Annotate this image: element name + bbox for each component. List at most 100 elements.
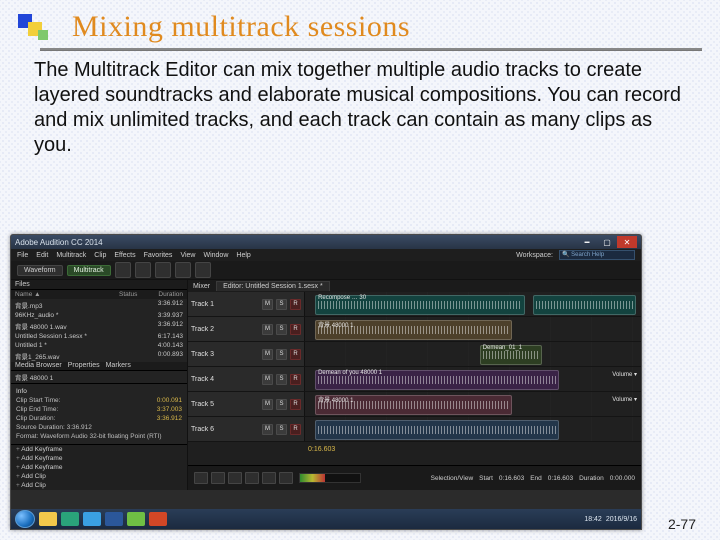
- tool-move-icon[interactable]: [115, 262, 131, 278]
- track-solo-button[interactable]: S: [276, 374, 287, 385]
- track-row: Track 3 M S R Demean_01_1: [188, 342, 641, 367]
- history-item[interactable]: Add Clip: [11, 481, 187, 490]
- track-record-button[interactable]: R: [290, 399, 301, 410]
- track-record-button[interactable]: R: [290, 299, 301, 310]
- track-lane[interactable]: 背景 48000 1: [305, 317, 641, 341]
- track-solo-button[interactable]: S: [276, 349, 287, 360]
- track-row: Track 5 M S R 背景 48000 1 Volume ▾: [188, 392, 641, 417]
- menu-file[interactable]: File: [17, 252, 28, 259]
- track-volume-dropdown[interactable]: Volume ▾: [612, 371, 637, 378]
- transport-pause-button[interactable]: [228, 472, 242, 484]
- track-row: Track 2 M S R 背景 48000 1: [188, 317, 641, 342]
- taskbar-ppt-icon[interactable]: [149, 512, 167, 526]
- history-item[interactable]: Add Keyframe: [11, 454, 187, 463]
- track-record-button[interactable]: R: [290, 349, 301, 360]
- browser-item[interactable]: 背景 48000 1: [11, 371, 187, 383]
- file-row[interactable]: 96KHz_audio *3:39.937: [11, 311, 187, 320]
- audition-screenshot: Adobe Audition CC 2014 ━ ▢ ✕ File Edit M…: [10, 234, 642, 530]
- files-table: Name ▲ Status Duration 背景.mp33:36.912 96…: [11, 290, 187, 362]
- track-row: Track 1 M S R Recompose … 30: [188, 292, 641, 317]
- track-solo-button[interactable]: S: [276, 299, 287, 310]
- taskbar-explorer-icon[interactable]: [39, 512, 57, 526]
- transport-play-button[interactable]: [211, 472, 225, 484]
- transport-skip-button[interactable]: [279, 472, 293, 484]
- track-record-button[interactable]: R: [290, 324, 301, 335]
- track-mute-button[interactable]: M: [262, 374, 273, 385]
- track-mute-button[interactable]: M: [262, 299, 273, 310]
- transport-record-button[interactable]: [245, 472, 259, 484]
- file-row[interactable]: Untitled 1 *4:00.143: [11, 341, 187, 350]
- track-solo-button[interactable]: S: [276, 424, 287, 435]
- file-row[interactable]: 背景 48000 1.wav3:36.912: [11, 320, 187, 332]
- properties-panel: Info Clip Start Time:0:00.091 Clip End T…: [11, 383, 187, 444]
- track-record-button[interactable]: R: [290, 424, 301, 435]
- track-mute-button[interactable]: M: [262, 349, 273, 360]
- window-max-button[interactable]: ▢: [597, 236, 617, 248]
- track-lane[interactable]: 0:16.603: [305, 417, 641, 441]
- track-mute-button[interactable]: M: [262, 424, 273, 435]
- track-record-button[interactable]: R: [290, 374, 301, 385]
- tray-date[interactable]: 2016/9/16: [606, 516, 637, 523]
- menu-help[interactable]: Help: [236, 252, 250, 259]
- windows-taskbar[interactable]: 18:42 2016/9/16: [11, 509, 641, 529]
- tool-razor-icon[interactable]: [135, 262, 151, 278]
- file-row[interactable]: 背景1_265.wav0:00.893: [11, 350, 187, 362]
- track-mute-button[interactable]: M: [262, 324, 273, 335]
- track-header[interactable]: Track 1 M S R: [188, 292, 305, 316]
- window-titlebar[interactable]: Adobe Audition CC 2014 ━ ▢ ✕: [11, 235, 641, 249]
- window-min-button[interactable]: ━: [577, 236, 597, 248]
- menu-edit[interactable]: Edit: [36, 252, 48, 259]
- track-lane[interactable]: Recompose … 30: [305, 292, 641, 316]
- files-col-status[interactable]: Status: [119, 291, 149, 298]
- editor-session-tab[interactable]: Editor: Untitled Session 1.sesx *: [216, 281, 330, 291]
- file-row[interactable]: Untitled Session 1.sesx *6:17.143: [11, 332, 187, 341]
- files-panel-header[interactable]: Files: [11, 280, 187, 290]
- menu-clip[interactable]: Clip: [94, 252, 106, 259]
- menu-bar: File Edit Multitrack Clip Effects Favori…: [11, 249, 641, 261]
- tool-slip-icon[interactable]: [155, 262, 171, 278]
- slide-body-text: The Multitrack Editor can mix together m…: [0, 58, 720, 158]
- track-volume-dropdown[interactable]: Volume ▾: [612, 396, 637, 403]
- track-header[interactable]: Track 6 M S R: [188, 417, 305, 441]
- files-col-duration[interactable]: Duration: [149, 291, 183, 298]
- taskbar-app-icon[interactable]: [127, 512, 145, 526]
- file-row[interactable]: 背景.mp33:36.912: [11, 299, 187, 311]
- track-lane[interactable]: 背景 48000 1 Volume ▾: [305, 392, 641, 416]
- tool-select-icon[interactable]: [175, 262, 191, 278]
- mixer-panel-label[interactable]: Mixer: [193, 283, 210, 290]
- track-mute-button[interactable]: M: [262, 399, 273, 410]
- history-item[interactable]: Add Keyframe: [11, 463, 187, 472]
- transport-stop-button[interactable]: [194, 472, 208, 484]
- tray-time[interactable]: 18:42: [584, 516, 602, 523]
- menu-favorites[interactable]: Favorites: [144, 252, 173, 259]
- files-col-name[interactable]: Name ▲: [15, 291, 119, 298]
- track-lane[interactable]: Demean_01_1: [305, 342, 641, 366]
- track-header[interactable]: Track 4 M S R: [188, 367, 305, 391]
- track-solo-button[interactable]: S: [276, 324, 287, 335]
- taskbar-word-icon[interactable]: [105, 512, 123, 526]
- menu-effects[interactable]: Effects: [114, 252, 135, 259]
- history-item[interactable]: Add Clip: [11, 472, 187, 481]
- track-header[interactable]: Track 2 M S R: [188, 317, 305, 341]
- mode-multitrack-button[interactable]: Multitrack: [67, 265, 111, 276]
- taskbar-audition-icon[interactable]: [61, 512, 79, 526]
- browser-panel-header[interactable]: Media Browser Properties Markers: [11, 362, 187, 372]
- transport-loop-button[interactable]: [262, 472, 276, 484]
- start-button-icon[interactable]: [15, 510, 35, 528]
- history-panel: Add Keyframe Add Keyframe Add Keyframe A…: [11, 444, 187, 490]
- menu-window[interactable]: Window: [203, 252, 228, 259]
- track-row: Track 6 M S R 0:16.603: [188, 417, 641, 442]
- track-header[interactable]: Track 3 M S R: [188, 342, 305, 366]
- menu-multitrack[interactable]: Multitrack: [56, 252, 86, 259]
- tool-zoom-icon[interactable]: [195, 262, 211, 278]
- history-item[interactable]: Add Keyframe: [11, 445, 187, 454]
- mode-waveform-button[interactable]: Waveform: [17, 265, 63, 276]
- help-search-input[interactable]: 🔍 Search Help: [559, 250, 635, 260]
- menu-view[interactable]: View: [180, 252, 195, 259]
- track-lane[interactable]: Demean of you 48000 1 Volume ▾: [305, 367, 641, 391]
- window-close-button[interactable]: ✕: [617, 236, 637, 248]
- track-header[interactable]: Track 5 M S R: [188, 392, 305, 416]
- taskbar-app-icon[interactable]: [83, 512, 101, 526]
- track-list: Track 1 M S R Recompose … 30 Track 2 M S: [188, 292, 641, 465]
- track-solo-button[interactable]: S: [276, 399, 287, 410]
